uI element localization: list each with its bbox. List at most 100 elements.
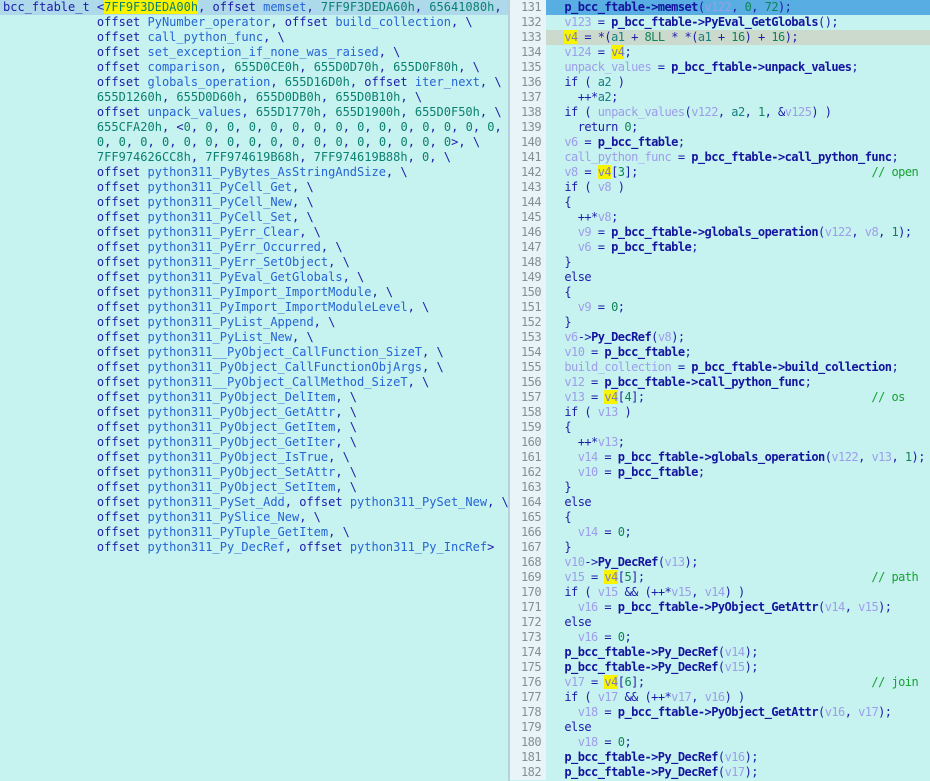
pseudocode-line[interactable]: 158 if ( v13 ) — [510, 405, 930, 420]
asm-line[interactable]: offset python311__PyObject_CallMethod_Si… — [0, 375, 508, 390]
pseudocode-line[interactable]: 167 } — [510, 540, 930, 555]
asm-line[interactable]: offset call_python_func, \ — [0, 30, 508, 45]
code-text[interactable]: else — [546, 615, 930, 630]
asm-line[interactable]: 655CFA20h, <0, 0, 0, 0, 0, 0, 0, 0, 0, 0… — [0, 120, 508, 135]
asm-line[interactable]: bcc_ftable_t <7FF9F3DEDA00h, offset mems… — [0, 0, 508, 15]
asm-line[interactable]: offset python311_PyImport_ImportModule, … — [0, 285, 508, 300]
pseudocode-line[interactable]: 169 v15 = v4[5]; // path — [510, 570, 930, 585]
code-text[interactable]: { — [546, 510, 930, 525]
code-text[interactable]: v124 = v4; — [546, 45, 930, 60]
pseudocode-line[interactable]: 152 } — [510, 315, 930, 330]
pseudocode-line[interactable]: 131 p_bcc_ftable->memset(v122, 0, 72); — [510, 0, 930, 15]
code-text[interactable]: ++*v13; — [546, 435, 930, 450]
code-text[interactable]: if ( unpack_values(v122, a2, 1, &v125) ) — [546, 105, 930, 120]
pseudocode-line[interactable]: 141 call_python_func = p_bcc_ftable->cal… — [510, 150, 930, 165]
pseudocode-line[interactable]: 164 else — [510, 495, 930, 510]
asm-line[interactable]: offset python311_PyErr_Occurred, \ — [0, 240, 508, 255]
pseudocode-line[interactable]: 148 } — [510, 255, 930, 270]
asm-line[interactable]: offset python311_PyCell_Set, \ — [0, 210, 508, 225]
pseudocode-line[interactable]: 157 v13 = v4[4]; // os — [510, 390, 930, 405]
asm-line[interactable]: offset python311_PyObject_GetIter, \ — [0, 435, 508, 450]
pseudocode-line[interactable]: 136 if ( a2 ) — [510, 75, 930, 90]
code-text[interactable]: v10 = p_bcc_ftable; — [546, 345, 930, 360]
pseudocode-line[interactable]: 133 v4 = *(a1 + 8LL * *(a1 + 16) + 16); — [510, 30, 930, 45]
pseudocode-line[interactable]: 171 v16 = p_bcc_ftable->PyObject_GetAttr… — [510, 600, 930, 615]
asm-line[interactable]: offset globals_operation, 655D16D0h, off… — [0, 75, 508, 90]
pseudocode-line[interactable]: 142 v8 = v4[3]; // open — [510, 165, 930, 180]
code-text[interactable]: v13 = v4[4]; // os — [546, 390, 930, 405]
pseudocode-line[interactable]: 180 v18 = 0; — [510, 735, 930, 750]
code-text[interactable]: v18 = p_bcc_ftable->PyObject_GetAttr(v16… — [546, 705, 930, 720]
code-text[interactable]: if ( v15 && (++*v15, v14) ) — [546, 585, 930, 600]
code-text[interactable]: else — [546, 270, 930, 285]
code-text[interactable]: else — [546, 720, 930, 735]
code-text[interactable]: build_collection = p_bcc_ftable->build_c… — [546, 360, 930, 375]
code-text[interactable]: v10 = p_bcc_ftable; — [546, 465, 930, 480]
pseudocode-line[interactable]: 170 if ( v15 && (++*v15, v14) ) — [510, 585, 930, 600]
pseudocode-line[interactable]: 168 v10->Py_DecRef(v13); — [510, 555, 930, 570]
pseudocode-line[interactable]: 159 { — [510, 420, 930, 435]
code-text[interactable]: v10->Py_DecRef(v13); — [546, 555, 930, 570]
pseudocode-line[interactable]: 146 v9 = p_bcc_ftable->globals_operation… — [510, 225, 930, 240]
pseudocode-line[interactable]: 175 p_bcc_ftable->Py_DecRef(v15); — [510, 660, 930, 675]
code-text[interactable]: v15 = v4[5]; // path — [546, 570, 930, 585]
code-text[interactable]: if ( v17 && (++*v17, v16) ) — [546, 690, 930, 705]
code-text[interactable]: } — [546, 540, 930, 555]
code-text[interactable]: p_bcc_ftable->Py_DecRef(v16); — [546, 750, 930, 765]
asm-line[interactable]: offset python311_PyObject_IsTrue, \ — [0, 450, 508, 465]
code-text[interactable]: ++*v8; — [546, 210, 930, 225]
asm-line[interactable]: offset python311_PyBytes_AsStringAndSize… — [0, 165, 508, 180]
pseudocode-line[interactable]: 166 v14 = 0; — [510, 525, 930, 540]
pseudocode-line[interactable]: 182 p_bcc_ftable->Py_DecRef(v17); — [510, 765, 930, 780]
code-text[interactable]: { — [546, 195, 930, 210]
asm-line[interactable]: offset python311_PyList_New, \ — [0, 330, 508, 345]
pseudocode-line[interactable]: 132 v123 = p_bcc_ftable->PyEval_GetGloba… — [510, 15, 930, 30]
pseudocode-line[interactable]: 138 if ( unpack_values(v122, a2, 1, &v12… — [510, 105, 930, 120]
code-text[interactable]: v18 = 0; — [546, 735, 930, 750]
asm-line[interactable]: 7FF974626CC8h, 7FF974619B68h, 7FF974619B… — [0, 150, 508, 165]
pseudocode-line[interactable]: 150 { — [510, 285, 930, 300]
pseudocode-pane[interactable]: 131 p_bcc_ftable->memset(v122, 0, 72);13… — [510, 0, 930, 781]
asm-line[interactable]: offset python311_PyCell_Get, \ — [0, 180, 508, 195]
code-text[interactable]: v9 = p_bcc_ftable->globals_operation(v12… — [546, 225, 930, 240]
pseudocode-line[interactable]: 151 v9 = 0; — [510, 300, 930, 315]
code-text[interactable]: v6 = p_bcc_ftable; — [546, 135, 930, 150]
code-text[interactable]: p_bcc_ftable->memset(v122, 0, 72); — [546, 0, 930, 15]
asm-line[interactable]: offset python311_PyObject_CallFunctionOb… — [0, 360, 508, 375]
pseudocode-line[interactable]: 163 } — [510, 480, 930, 495]
pseudocode-line[interactable]: 181 p_bcc_ftable->Py_DecRef(v16); — [510, 750, 930, 765]
asm-line[interactable]: offset comparison, 655D0CE0h, 655D0D70h,… — [0, 60, 508, 75]
pseudocode-line[interactable]: 161 v14 = p_bcc_ftable->globals_operatio… — [510, 450, 930, 465]
pseudocode-line[interactable]: 165 { — [510, 510, 930, 525]
asm-line[interactable]: offset python311_PyObject_SetItem, \ — [0, 480, 508, 495]
code-text[interactable]: } — [546, 315, 930, 330]
pseudocode-line[interactable]: 147 v6 = p_bcc_ftable; — [510, 240, 930, 255]
asm-line[interactable]: offset python311_PyObject_GetAttr, \ — [0, 405, 508, 420]
disassembly-pane[interactable]: bcc_ftable_t <7FF9F3DEDA00h, offset mems… — [0, 0, 508, 781]
pseudocode-line[interactable]: 143 if ( v8 ) — [510, 180, 930, 195]
code-text[interactable]: { — [546, 420, 930, 435]
asm-line[interactable]: offset PyNumber_operator, offset build_c… — [0, 15, 508, 30]
code-text[interactable]: if ( a2 ) — [546, 75, 930, 90]
pseudocode-line[interactable]: 153 v6->Py_DecRef(v8); — [510, 330, 930, 345]
code-text[interactable]: v4 = *(a1 + 8LL * *(a1 + 16) + 16); — [546, 30, 930, 45]
pseudocode-line[interactable]: 178 v18 = p_bcc_ftable->PyObject_GetAttr… — [510, 705, 930, 720]
pseudocode-line[interactable]: 176 v17 = v4[6]; // join — [510, 675, 930, 690]
pseudocode-line[interactable]: 140 v6 = p_bcc_ftable; — [510, 135, 930, 150]
code-text[interactable]: v6 = p_bcc_ftable; — [546, 240, 930, 255]
code-text[interactable]: v17 = v4[6]; // join — [546, 675, 930, 690]
asm-line[interactable]: offset python311_PyEval_GetGlobals, \ — [0, 270, 508, 285]
code-text[interactable]: call_python_func = p_bcc_ftable->call_py… — [546, 150, 930, 165]
code-text[interactable]: return 0; — [546, 120, 930, 135]
asm-line[interactable]: offset python311_PySet_Add, offset pytho… — [0, 495, 508, 510]
code-text[interactable]: v16 = 0; — [546, 630, 930, 645]
pseudocode-line[interactable]: 135 unpack_values = p_bcc_ftable->unpack… — [510, 60, 930, 75]
pseudocode-line[interactable]: 137 ++*a2; — [510, 90, 930, 105]
code-text[interactable]: p_bcc_ftable->Py_DecRef(v17); — [546, 765, 930, 780]
pseudocode-line[interactable]: 179 else — [510, 720, 930, 735]
asm-line[interactable]: offset python311_PyErr_Clear, \ — [0, 225, 508, 240]
code-text[interactable]: v14 = 0; — [546, 525, 930, 540]
code-text[interactable]: v16 = p_bcc_ftable->PyObject_GetAttr(v14… — [546, 600, 930, 615]
code-text[interactable]: else — [546, 495, 930, 510]
asm-line[interactable]: offset unpack_values, 655D1770h, 655D190… — [0, 105, 508, 120]
